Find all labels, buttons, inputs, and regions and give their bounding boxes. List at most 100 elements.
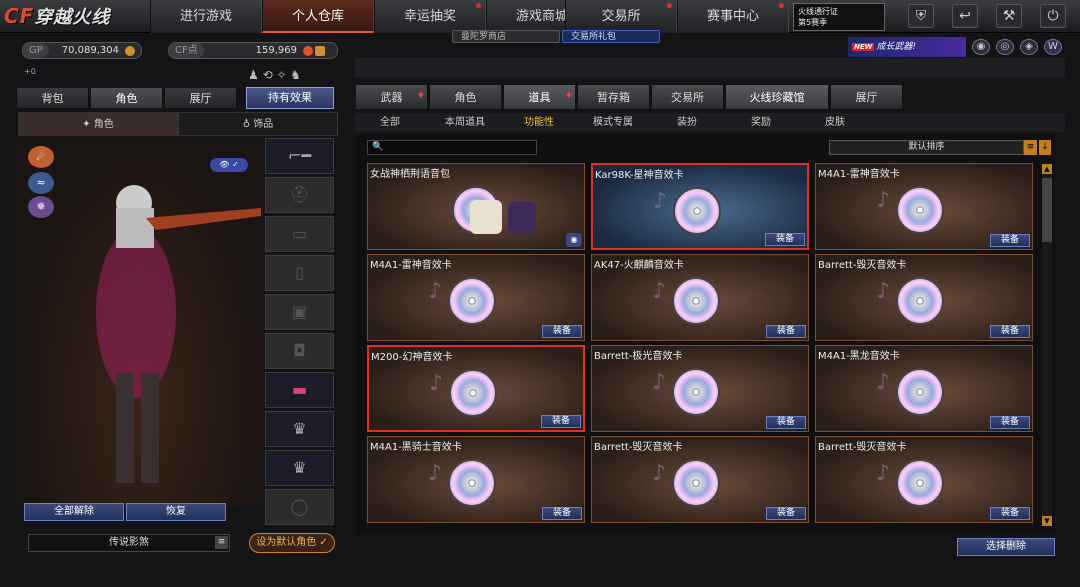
- gift-icon: ♦: [416, 91, 425, 101]
- effects-button[interactable]: 持有效果: [246, 87, 334, 109]
- equip-button[interactable]: 装备: [990, 507, 1030, 520]
- subnav-shop[interactable]: 曼陀罗商店: [452, 30, 560, 43]
- equip-button[interactable]: 装备: [766, 325, 806, 338]
- slot-accessory[interactable]: ▬: [265, 372, 334, 408]
- equip-button[interactable]: 装备: [542, 507, 582, 520]
- back-icon[interactable]: ↩: [952, 4, 978, 28]
- item-card[interactable]: Kar98K-星神音效卡 ♪ 装备: [591, 163, 809, 250]
- item-card[interactable]: M200-幻神音效卡 ♪ 装备: [367, 345, 585, 432]
- scrollbar[interactable]: ▲ ▼: [1042, 164, 1052, 526]
- equip-button[interactable]: 装备: [766, 507, 806, 520]
- music-note-icon: ♪: [653, 189, 668, 214]
- nav-tab-lottery[interactable]: 幸运抽奖: [374, 0, 486, 33]
- badge-icon[interactable]: ◉: [972, 39, 990, 55]
- promo-banner[interactable]: NEW 成长武器!: [848, 37, 966, 57]
- emblem-icon[interactable]: ◎: [996, 39, 1014, 55]
- subnav-gift[interactable]: 交易所礼包: [562, 30, 660, 43]
- equip-button[interactable]: 装备: [766, 416, 806, 429]
- subtab-all[interactable]: 全部: [360, 113, 420, 132]
- wing-icon[interactable]: W: [1044, 39, 1062, 55]
- item-card[interactable]: 女战神栖荆语音包 ◉: [367, 163, 585, 250]
- tab-items[interactable]: 道具 ♦: [503, 84, 576, 110]
- subtab-accessory[interactable]: ♁ 饰品: [178, 112, 338, 136]
- tab-character[interactable]: 角色: [90, 87, 163, 109]
- item-card[interactable]: M4A1-黑骑士音效卡 ♪ 装备: [367, 436, 585, 523]
- tab-collection[interactable]: 火线珍藏馆: [725, 84, 829, 110]
- slot-goggles[interactable]: ▭: [265, 216, 334, 252]
- disc-icon: [672, 459, 720, 507]
- character-toolbar-icons[interactable]: ♟ ⟲ ✧ ♞: [248, 68, 301, 82]
- add-icon[interactable]: [315, 46, 325, 56]
- tab-backpack[interactable]: 背包: [16, 87, 89, 109]
- subtab-character[interactable]: ✦ 角色: [18, 112, 178, 136]
- left-tabs: 背包 角色 展厅 持有效果: [16, 87, 338, 109]
- music-note-icon: ♪: [652, 461, 667, 486]
- tab-gallery[interactable]: 展厅: [164, 87, 237, 109]
- list-icon[interactable]: ≡: [1024, 140, 1037, 155]
- slot-ring[interactable]: ◯: [265, 489, 334, 525]
- item-card[interactable]: M4A1-雷神音效卡 ♪ 装备: [815, 163, 1033, 250]
- equip-button[interactable]: 装备: [765, 233, 805, 246]
- restore-button[interactable]: 恢复: [126, 503, 226, 521]
- nav-tab-play[interactable]: 进行游戏: [150, 0, 262, 33]
- equip-button[interactable]: 装备: [541, 415, 581, 428]
- subtab-functional[interactable]: 功能性: [509, 113, 569, 132]
- tab-weapons[interactable]: 武器 ♦: [355, 84, 428, 110]
- character-title-field[interactable]: 传说影煞: [28, 534, 230, 552]
- slot-mask[interactable]: ▯: [265, 255, 334, 291]
- item-card[interactable]: Barrett-毁灭音效卡 ♪ 装备: [815, 254, 1033, 341]
- power-icon[interactable]: ⏻: [1040, 4, 1066, 28]
- item-card[interactable]: AK47-火麒麟音效卡 ♪ 装备: [591, 254, 809, 341]
- nav-tab-events[interactable]: 赛事中心: [677, 0, 789, 33]
- scroll-up-icon[interactable]: ▲: [1042, 164, 1052, 174]
- unequip-all-button[interactable]: 全部解除: [24, 503, 124, 521]
- equip-button[interactable]: 装备: [542, 325, 582, 338]
- slot-helmet[interactable]: ⛑: [265, 177, 334, 213]
- music-note-icon: ♪: [876, 279, 891, 304]
- battle-pass-promo[interactable]: 火线通行证 第5赛季: [793, 3, 885, 31]
- tab-characters[interactable]: 角色: [429, 84, 502, 110]
- target-icon[interactable]: ◈: [1020, 39, 1038, 55]
- tab-storage[interactable]: 暂存箱: [577, 84, 650, 110]
- subtab-cosmetic[interactable]: 装扮: [657, 113, 717, 132]
- disc-icon: [896, 459, 944, 507]
- sort-dropdown[interactable]: 默认排序: [829, 140, 1024, 155]
- slot-backpack[interactable]: ◘: [265, 333, 334, 369]
- character-portrait-2: [508, 202, 536, 234]
- set-default-button[interactable]: 设为默认角色 ✓: [249, 533, 335, 553]
- nav-tab-exchange[interactable]: 交易所: [565, 0, 677, 33]
- music-note-icon: ♪: [876, 370, 891, 395]
- subtab-mode[interactable]: 模式专属: [583, 113, 643, 132]
- item-card[interactable]: Barrett-毁灭音效卡 ♪ 装备: [591, 436, 809, 523]
- accessory-icon: ♁: [242, 119, 254, 130]
- equip-button[interactable]: 装备: [990, 234, 1030, 247]
- scroll-down-icon[interactable]: ▼: [1042, 516, 1052, 526]
- tab-exchange[interactable]: 交易所: [651, 84, 724, 110]
- scroll-thumb[interactable]: [1042, 178, 1052, 242]
- gift-icon: ♦: [564, 91, 573, 101]
- subtab-reward[interactable]: 奖励: [731, 113, 791, 132]
- voice-icon[interactable]: ◉: [566, 233, 582, 247]
- item-card[interactable]: Barrett-毁灭音效卡 ♪ 装备: [815, 436, 1033, 523]
- wrench-icon[interactable]: ⚒: [996, 4, 1022, 28]
- slot-weapon[interactable]: ⌐━: [265, 138, 334, 174]
- slot-tiger-emblem-2[interactable]: ♛: [265, 450, 334, 486]
- character-preview[interactable]: ☄ ≈ ✵ 👁 ✓: [16, 138, 264, 506]
- menu-icon[interactable]: ≡: [215, 536, 228, 549]
- shield-icon[interactable]: ⛨: [908, 4, 934, 28]
- item-card[interactable]: M4A1-雷神音效卡 ♪ 装备: [367, 254, 585, 341]
- slot-tiger-emblem[interactable]: ♛: [265, 411, 334, 447]
- search-input[interactable]: 🔍: [367, 140, 537, 155]
- nav-tab-inventory[interactable]: 个人仓库: [262, 0, 374, 33]
- tab-gallery[interactable]: 展厅: [830, 84, 903, 110]
- equip-button[interactable]: 装备: [990, 416, 1030, 429]
- slot-vest[interactable]: ▣: [265, 294, 334, 330]
- coin-icon: [125, 46, 135, 56]
- subtab-skin[interactable]: 皮肤: [805, 113, 865, 132]
- sort-direction-icon[interactable]: ↓: [1039, 140, 1051, 155]
- item-card[interactable]: M4A1-黑龙音效卡 ♪ 装备: [815, 345, 1033, 432]
- subtab-weekly[interactable]: 本周道具: [435, 113, 495, 132]
- select-delete-button[interactable]: 选择删除: [957, 538, 1055, 556]
- item-card[interactable]: Barrett-极光音效卡 ♪ 装备: [591, 345, 809, 432]
- equip-button[interactable]: 装备: [990, 325, 1030, 338]
